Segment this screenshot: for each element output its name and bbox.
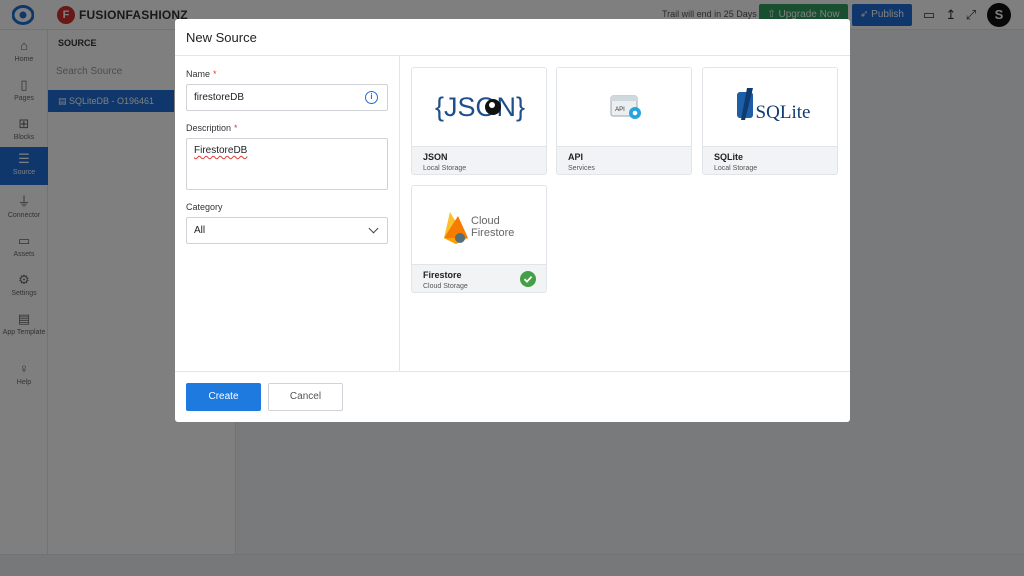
card-footer: Firestore Cloud Storage [412,264,546,292]
name-value: firestoreDB [194,92,245,103]
category-select[interactable]: All [186,217,388,244]
required-mark: * [234,123,238,133]
firestore-logo-text: Firestore [471,227,514,239]
json-logo-text: {JSON} [435,92,525,122]
divider [175,55,850,56]
new-source-dialog: New Source Name * firestoreDB i Descripti… [175,19,850,422]
card-subtitle: Local Storage [714,165,758,172]
api-logo: API [557,68,691,146]
source-card-json[interactable]: {JSON} JSON Local Storage [411,67,547,175]
source-card-api[interactable]: API API Services [556,67,692,175]
cancel-button[interactable]: Cancel [268,383,343,411]
dialog-title: New Source [186,30,257,45]
name-input[interactable]: firestoreDB i [186,84,388,111]
card-title: JSON [423,152,448,162]
divider [175,371,850,372]
card-subtitle: Local Storage [423,165,467,172]
selected-check-icon [520,271,536,287]
category-label: Category [186,202,223,212]
info-icon[interactable]: i [365,91,378,104]
card-footer: SQLite Local Storage [703,146,837,174]
description-textarea[interactable]: FirestoreDB [186,138,388,190]
cloud-firestore-logo: Cloud Firestore [412,186,546,264]
card-footer: JSON Local Storage [412,146,546,174]
card-title: SQLite [714,152,744,162]
json-logo: {JSON} [412,68,546,146]
divider [399,56,400,371]
card-subtitle: Cloud Storage [423,283,468,290]
create-button[interactable]: Create [186,383,261,411]
name-label-text: Name [186,69,211,79]
api-logo-text: API [615,107,625,113]
category-value: All [194,225,206,236]
source-card-sqlite[interactable]: SQLite SQLite Local Storage [702,67,838,175]
card-title: API [568,152,584,162]
description-label-text: Description [186,123,232,133]
description-label: Description * [186,123,238,133]
description-value: FirestoreDB [194,145,248,156]
required-mark: * [213,69,217,79]
sqlite-logo-text: SQLite [756,102,811,123]
source-card-firestore[interactable]: Cloud Firestore Firestore Cloud Storage [411,185,547,293]
card-title: Firestore [423,270,462,280]
chevron-down-icon [368,223,379,234]
card-subtitle: Services [568,165,595,172]
cloud-logo-text: Cloud [471,215,500,227]
card-footer: API Services [557,146,691,174]
name-label: Name * [186,69,217,79]
sqlite-logo: SQLite [703,68,837,146]
